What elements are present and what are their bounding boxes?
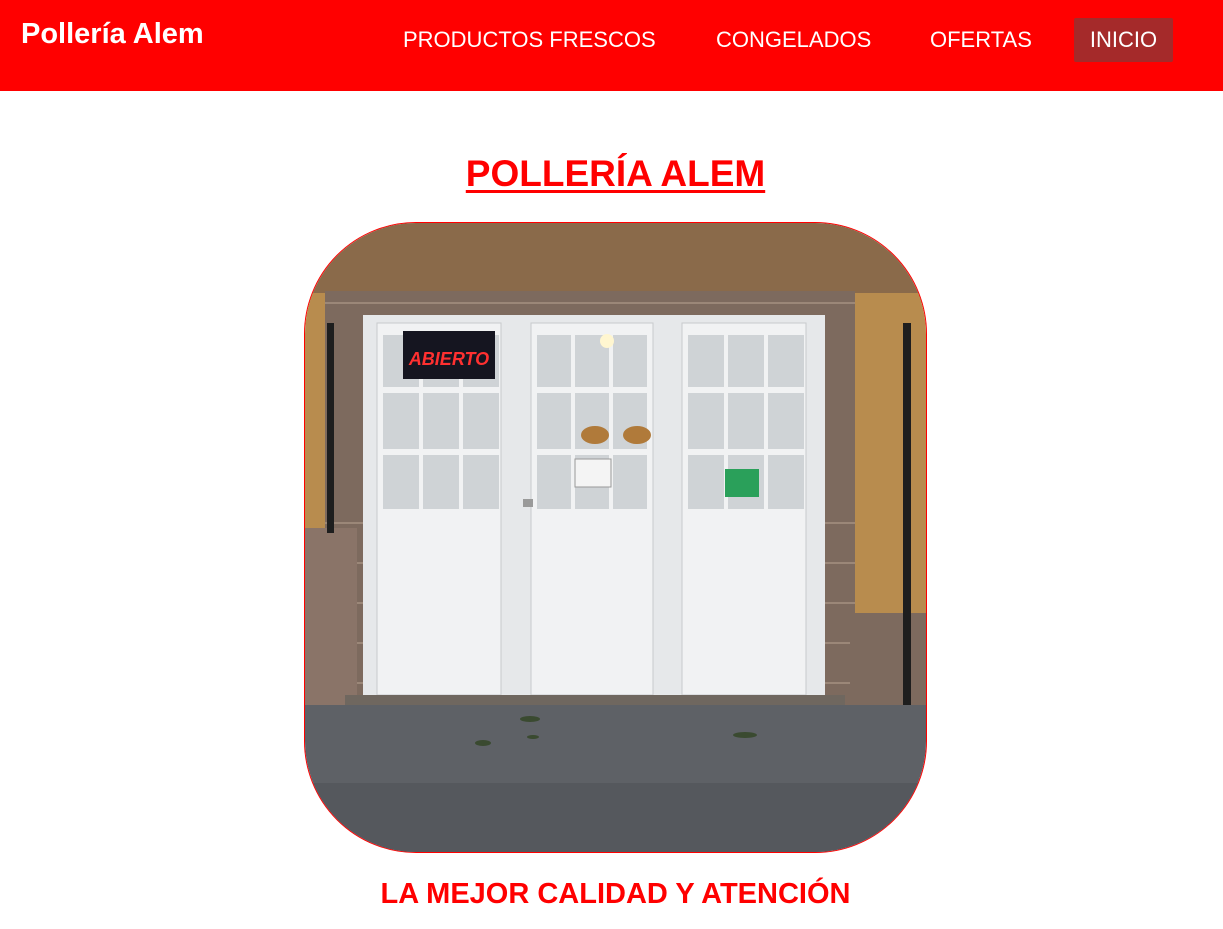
nav-link-inicio[interactable]: INICIO [1074,18,1173,62]
drainpipe-right [903,323,911,718]
nav-link-productos-frescos[interactable]: PRODUCTOS FRESCOS [403,18,656,62]
product-item [581,426,609,444]
door-handle [523,499,533,507]
ceiling-light [600,334,614,348]
storefront-photo-illustration: ABIERTO [305,223,926,852]
door-notice [574,458,612,488]
product-item [623,426,651,444]
nav-link-congelados[interactable]: CONGELADOS [716,18,871,62]
door-threshold [345,695,845,705]
open-sign-text: ABIERTO [408,349,489,369]
drainpipe-left [327,323,334,533]
green-notice [725,469,759,497]
page-title: POLLERÍA ALEM [465,153,766,194]
brand-logo-link[interactable]: Pollería Alem [21,16,204,52]
concrete-floor-shade [305,783,926,852]
tagline: LA MEJOR CALIDAD Y ATENCIÓN [380,878,851,910]
nav-link-ofertas[interactable]: OFERTAS [930,18,1032,62]
storefront-photo: ABIERTO [304,222,927,853]
top-navbar: Pollería Alem PRODUCTOS FRESCOS CONGELAD… [0,0,1223,91]
